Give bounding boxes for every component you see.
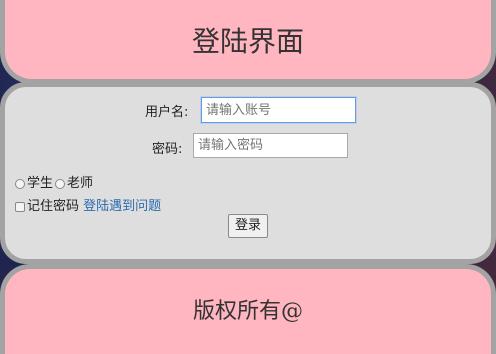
teacher-radio[interactable]: [55, 178, 66, 189]
login-button[interactable]: 登录: [228, 214, 269, 238]
footer-banner: 版权所有@: [0, 264, 496, 354]
remember-row: 记住密码 登陆遇到问题: [15, 195, 161, 214]
student-radio[interactable]: [15, 178, 25, 189]
password-label: 密码:: [152, 142, 183, 157]
login-help-link[interactable]: 登陆遇到问题: [83, 199, 161, 214]
username-input[interactable]: [201, 97, 356, 123]
teacher-radio-label: 老师: [67, 176, 94, 191]
header-banner: 登陆界面: [0, 0, 496, 84]
remember-label: 记住密码: [27, 199, 80, 214]
remember-checkbox[interactable]: [15, 201, 25, 212]
page-title: 登陆界面: [191, 24, 304, 58]
copyright-text: 版权所有@: [192, 299, 303, 324]
student-radio-label: 学生: [27, 176, 54, 191]
password-input[interactable]: [193, 133, 348, 158]
role-selector: 学生 老师: [15, 172, 93, 191]
username-label: 用户名:: [145, 105, 189, 120]
